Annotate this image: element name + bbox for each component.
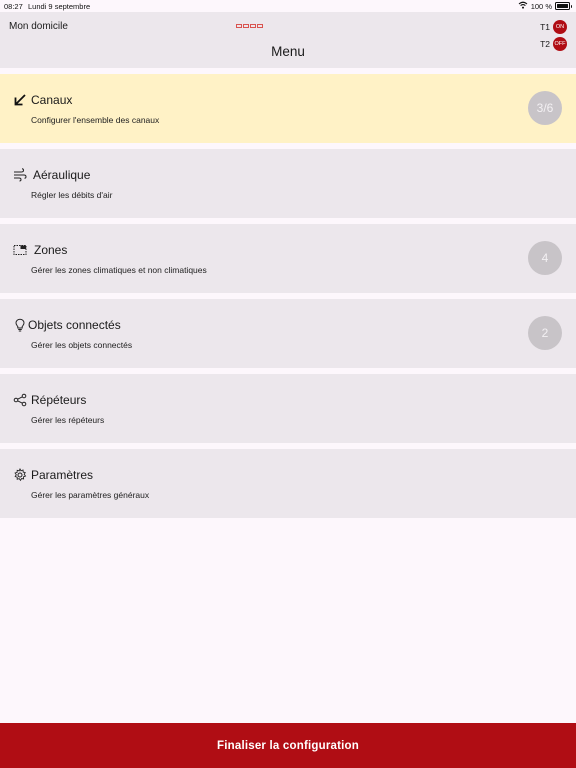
status-time: 08:27 xyxy=(4,2,23,11)
menu-item-description: Gérer les objets connectés xyxy=(31,340,133,350)
header: Mon domicile Menu T1 ON T2 OFF xyxy=(0,12,576,68)
finalize-configuration-button[interactable]: Finaliser la configuration xyxy=(0,723,576,768)
gear-icon xyxy=(13,468,27,482)
home-label: Mon domicile xyxy=(9,21,68,32)
page-indicator xyxy=(236,24,263,28)
status-date: Lundi 9 septembre xyxy=(28,2,91,11)
menu-item-canaux[interactable]: Canaux Configurer l'ensemble des canaux … xyxy=(0,74,576,143)
menu-item-zones[interactable]: Zones Gérer les zones climatiques et non… xyxy=(0,224,576,293)
thermostat-t1[interactable]: T1 ON xyxy=(540,20,567,34)
menu-item-description: Gérer les paramètres généraux xyxy=(31,490,150,500)
thermostat-status-badge: ON xyxy=(553,20,567,34)
menu-item-description: Régler les débits d'air xyxy=(31,190,113,200)
menu-item-parametres[interactable]: Paramètres Gérer les paramètres généraux xyxy=(0,449,576,518)
menu-item-title: Paramètres xyxy=(31,468,94,482)
page-indicator-dot xyxy=(243,24,249,28)
airflow-icon xyxy=(13,168,27,182)
menu-list: Canaux Configurer l'ensemble des canaux … xyxy=(0,74,576,524)
menu-item-objets-connectes[interactable]: Objets connectés Gérer les objets connec… xyxy=(0,299,576,368)
status-right: 100 % xyxy=(518,1,572,11)
menu-item-title: Objets connectés xyxy=(28,318,121,332)
page-indicator-dot xyxy=(257,24,263,28)
menu-item-title: Zones xyxy=(34,243,68,257)
battery-percent: 100 % xyxy=(530,1,552,11)
battery-icon xyxy=(555,2,572,10)
thermostat-label: T2 xyxy=(540,39,550,49)
menu-item-repeteurs[interactable]: Répéteurs Gérer les répéteurs xyxy=(0,374,576,443)
wifi-icon xyxy=(518,1,528,11)
status-bar: 08:27 Lundi 9 septembre 100 % xyxy=(0,0,576,12)
arrow-down-left-icon xyxy=(13,93,27,107)
page-indicator-dot xyxy=(236,24,242,28)
menu-item-description: Gérer les zones climatiques et non clima… xyxy=(31,265,207,275)
menu-item-aeraulique[interactable]: Aéraulique Régler les débits d'air xyxy=(0,149,576,218)
zones-icon xyxy=(13,243,27,257)
page-title: Menu xyxy=(271,44,305,59)
count-badge: 3/6 xyxy=(528,91,562,125)
thermostat-label: T1 xyxy=(540,22,550,32)
lightbulb-icon xyxy=(13,318,27,332)
count-badge: 4 xyxy=(528,241,562,275)
thermostat-t2[interactable]: T2 OFF xyxy=(540,37,567,51)
page-indicator-dot xyxy=(250,24,256,28)
menu-item-description: Gérer les répéteurs xyxy=(31,415,105,425)
menu-item-title: Aéraulique xyxy=(33,168,91,182)
menu-item-title: Répéteurs xyxy=(31,393,87,407)
share-icon xyxy=(13,393,27,407)
thermostat-status-badge: OFF xyxy=(553,37,567,51)
menu-item-description: Configurer l'ensemble des canaux xyxy=(31,115,160,125)
menu-item-title: Canaux xyxy=(31,93,73,107)
count-badge: 2 xyxy=(528,316,562,350)
